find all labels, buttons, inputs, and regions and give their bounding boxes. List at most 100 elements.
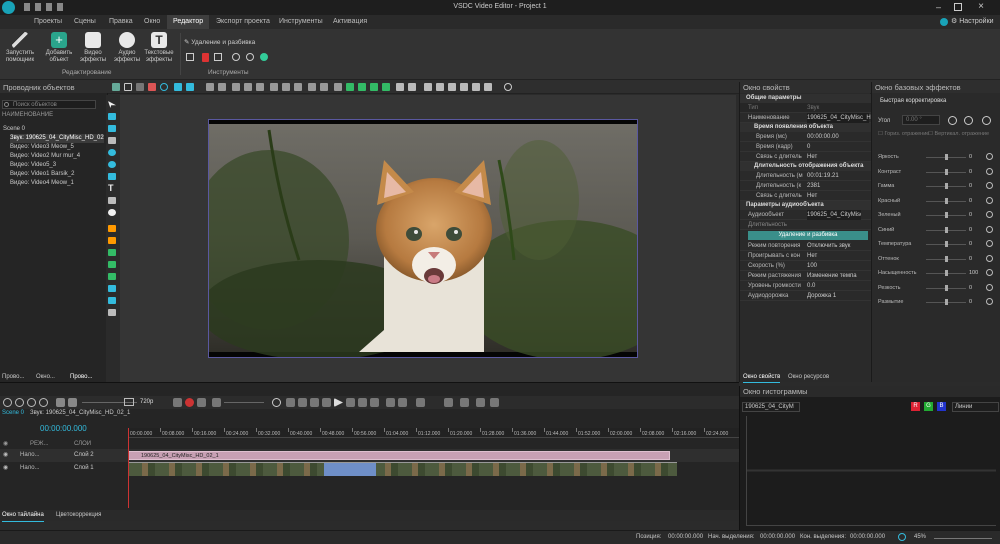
audio-clip[interactable]: 190625_04_CityMisc_HD_02_1	[128, 451, 670, 460]
snap-icon[interactable]	[56, 398, 65, 407]
loop-icon[interactable]	[386, 398, 395, 407]
prop-speed[interactable]: Скорость (%) 100	[740, 261, 871, 271]
quick-access-icons[interactable]	[24, 3, 64, 11]
reset-icon[interactable]	[986, 254, 993, 262]
clip-tab[interactable]: Звук: 190625_04_CityMisc_HD_02_1	[30, 410, 130, 416]
search-input[interactable]: Поиск объектов	[2, 100, 96, 109]
tree-item-video[interactable]: Видео: Video3 Meow_5	[10, 143, 74, 152]
menu-edit[interactable]: Правка	[103, 15, 139, 29]
eye-icon[interactable]: ◉	[3, 439, 8, 449]
menu-activation[interactable]: Активация	[327, 15, 373, 29]
video-tool-icon[interactable]	[108, 125, 116, 132]
effect-slider-row[interactable]: Синий 0	[878, 225, 998, 235]
effect-slider-row[interactable]: Гамма 0	[878, 181, 998, 191]
color-icon[interactable]	[448, 83, 456, 91]
group-icon[interactable]	[396, 83, 404, 91]
histogram-source-select[interactable]: 190625_04_CityM	[742, 402, 800, 412]
stabilize-icon[interactable]	[260, 53, 268, 61]
expand-icon[interactable]	[460, 398, 469, 407]
reset-icon[interactable]	[986, 225, 993, 233]
rotate-left-icon[interactable]	[948, 116, 957, 125]
layer-down-icon[interactable]	[218, 83, 226, 91]
section-appearance[interactable]: Время появления объекта	[740, 123, 871, 132]
transition-clip[interactable]	[324, 463, 376, 476]
go-end-icon[interactable]	[370, 398, 379, 407]
effect-slider-knob[interactable]	[945, 299, 948, 305]
transparency-icon[interactable]	[484, 83, 492, 91]
tree-item-video[interactable]: Видео: Video4 Meow_1	[10, 179, 74, 188]
section-duration[interactable]: Длительность отображения объекта	[740, 162, 871, 171]
reset-icon[interactable]	[986, 153, 993, 160]
line-icon[interactable]	[136, 83, 144, 91]
effect-slider-knob[interactable]	[945, 241, 948, 247]
monitor-icon[interactable]	[124, 398, 134, 406]
zoom-in-icon[interactable]	[27, 398, 36, 407]
stop-icon[interactable]	[322, 398, 331, 407]
step-back-icon[interactable]	[310, 398, 319, 407]
effect-slider-row[interactable]: Яркость 0	[878, 152, 998, 162]
menu-tools[interactable]: Инструменты	[273, 15, 329, 29]
effect-slider-row[interactable]: Температура 0	[878, 239, 998, 249]
align-icon[interactable]	[112, 83, 120, 91]
crop-icon[interactable]	[186, 53, 194, 61]
tab-resources[interactable]: Окно ресурсов	[788, 372, 829, 382]
grid-icon[interactable]	[436, 83, 444, 91]
audio-effects-button[interactable]: Аудио эффекты	[110, 31, 144, 64]
menu-window[interactable]: Окно	[138, 15, 166, 29]
prop-time-ms[interactable]: Время (мс) 00:00:00.00	[740, 132, 871, 142]
tree-item-video[interactable]: Видео: Video5_3	[10, 161, 56, 170]
rectangle-tool-icon[interactable]	[108, 113, 116, 120]
speech-tool-icon[interactable]	[108, 209, 116, 216]
effect-slider-knob[interactable]	[945, 212, 948, 218]
person-tool-icon[interactable]	[108, 237, 116, 244]
wizard-button[interactable]: Запустить помощник	[3, 31, 37, 64]
gear-icon[interactable]	[504, 83, 512, 91]
maximize-button[interactable]	[954, 3, 962, 11]
menu-scenes[interactable]: Сцены	[68, 15, 102, 29]
reset-icon[interactable]	[986, 196, 993, 204]
effect-slider-row[interactable]: Резкость 0	[878, 283, 998, 293]
play-tool-icon[interactable]	[108, 273, 116, 280]
split-button[interactable]: Удаление и разбивка	[748, 231, 868, 240]
scene-tab[interactable]: Scene 0	[2, 410, 24, 416]
record-icon[interactable]	[202, 53, 209, 62]
audio-chart-icon[interactable]	[108, 285, 116, 292]
prop-duration-frames[interactable]: Длительность (к 2381	[740, 181, 871, 191]
help-icon[interactable]	[940, 18, 948, 26]
reset-icon[interactable]	[986, 283, 993, 291]
effect-slider-row[interactable]: Контраст 0	[878, 167, 998, 177]
move-right-icon[interactable]	[382, 83, 390, 91]
move-tool-icon[interactable]	[108, 309, 116, 316]
undo-icon[interactable]	[174, 83, 182, 91]
playhead[interactable]	[128, 428, 129, 508]
shape-tool-icon[interactable]	[108, 173, 116, 180]
ungroup-icon[interactable]	[408, 83, 416, 91]
reset-icon[interactable]	[986, 298, 993, 305]
settings-button[interactable]: ⚙ Настройки	[951, 15, 994, 29]
prop-duration-ms[interactable]: Длительность (м 00:01:19.21	[740, 171, 871, 181]
add-icon[interactable]	[3, 398, 12, 407]
timer-icon[interactable]	[272, 398, 281, 407]
go-start-icon[interactable]	[286, 398, 295, 407]
prop-reverse[interactable]: Проигрывать с кон Нет	[740, 251, 871, 261]
marker-icon[interactable]	[398, 398, 407, 407]
pen-tool-icon[interactable]	[108, 137, 116, 144]
zoom-slider[interactable]	[934, 538, 992, 539]
tab-properties[interactable]: Окно свойств	[743, 372, 781, 383]
align-bottom-icon[interactable]	[294, 83, 302, 91]
volume-icon[interactable]	[212, 398, 221, 407]
close-button[interactable]: ×	[975, 0, 987, 14]
layer-up-icon[interactable]	[206, 83, 214, 91]
move-up-icon[interactable]	[346, 83, 354, 91]
track-mode[interactable]: Нало...	[20, 449, 40, 462]
move-down-icon[interactable]	[358, 83, 366, 91]
track-row[interactable]: ◉ Нало... Слой 2 190625_04_CityMisc_HD_0…	[0, 449, 739, 462]
histogram-mode-select[interactable]: Линии	[952, 402, 999, 412]
record-button[interactable]	[185, 398, 194, 407]
volume-slider[interactable]	[224, 402, 264, 403]
ellipse-tool-icon-2[interactable]	[108, 161, 116, 168]
zoom-out-icon[interactable]	[39, 398, 48, 407]
ellipse-tool-icon[interactable]	[108, 149, 116, 156]
ruler[interactable]: 00:00.000 00:08.000 00:16.000 00:24.000 00:3…	[128, 428, 739, 438]
reset-icon[interactable]	[986, 240, 993, 247]
